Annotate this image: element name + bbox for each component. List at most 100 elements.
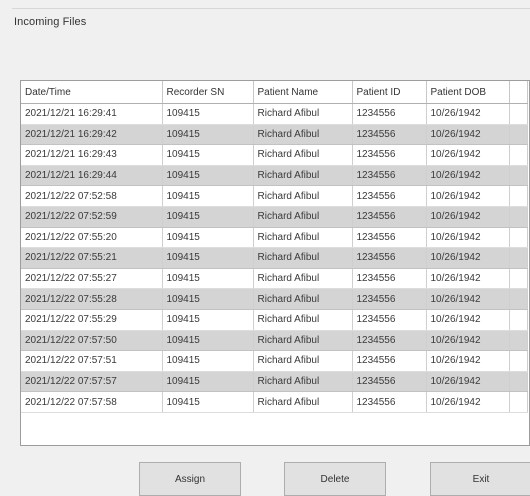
- cell-filler: [509, 350, 528, 372]
- cell-recorder-sn: 109415: [162, 330, 254, 352]
- cell-patient-dob: 10/26/1942: [426, 309, 510, 331]
- cell-patient-name: Richard Afibul: [253, 144, 353, 166]
- cell-filler: [509, 165, 528, 187]
- cell-patient-name: Richard Afibul: [253, 288, 353, 310]
- cell-date-time: 2021/12/22 07:57:50: [21, 330, 163, 352]
- cell-patient-id: 1234556: [352, 330, 427, 352]
- cell-filler: [509, 330, 528, 352]
- cell-recorder-sn: 109415: [162, 309, 254, 331]
- cell-patient-name: Richard Afibul: [253, 124, 353, 146]
- cell-patient-id: 1234556: [352, 103, 427, 125]
- table-header-row: Date/Time Recorder SN Patient Name Patie…: [21, 81, 528, 104]
- cell-patient-id: 1234556: [352, 247, 427, 269]
- cell-date-time: 2021/12/22 07:55:21: [21, 247, 163, 269]
- cell-recorder-sn: 109415: [162, 103, 254, 125]
- cell-patient-name: Richard Afibul: [253, 309, 353, 331]
- table-row[interactable]: 2021/12/22 07:55:21 109415 Richard Afibul 1…: [21, 247, 528, 269]
- cell-recorder-sn: 109415: [162, 206, 254, 228]
- cell-patient-name: Richard Afibul: [253, 247, 353, 269]
- cell-patient-name: Richard Afibul: [253, 227, 353, 249]
- cell-recorder-sn: 109415: [162, 350, 254, 372]
- cell-patient-dob: 10/26/1942: [426, 350, 510, 372]
- incoming-files-window: Incoming Files Date/Time Recorder SN Pat…: [0, 0, 530, 496]
- cell-patient-id: 1234556: [352, 288, 427, 310]
- column-header-date-time[interactable]: Date/Time: [21, 81, 163, 104]
- cell-patient-name: Richard Afibul: [253, 350, 353, 372]
- column-header-filler: [509, 81, 528, 104]
- cell-recorder-sn: 109415: [162, 227, 254, 249]
- cell-recorder-sn: 109415: [162, 185, 254, 207]
- cell-filler: [509, 206, 528, 228]
- cell-recorder-sn: 109415: [162, 268, 254, 290]
- incoming-files-table[interactable]: Date/Time Recorder SN Patient Name Patie…: [20, 80, 530, 446]
- files-grid: Date/Time Recorder SN Patient Name Patie…: [21, 81, 528, 413]
- cell-patient-dob: 10/26/1942: [426, 227, 510, 249]
- cell-date-time: 2021/12/22 07:52:59: [21, 206, 163, 228]
- cell-patient-dob: 10/26/1942: [426, 206, 510, 228]
- cell-patient-dob: 10/26/1942: [426, 124, 510, 146]
- table-row[interactable]: 2021/12/21 16:29:44 109415 Richard Afibul 1…: [21, 165, 528, 187]
- header-divider: [12, 8, 530, 9]
- cell-patient-dob: 10/26/1942: [426, 371, 510, 393]
- cell-patient-dob: 10/26/1942: [426, 268, 510, 290]
- cell-patient-id: 1234556: [352, 185, 427, 207]
- table-row[interactable]: 2021/12/22 07:55:27 109415 Richard Afibul 1…: [21, 268, 528, 290]
- assign-button[interactable]: Assign: [139, 462, 241, 496]
- cell-recorder-sn: 109415: [162, 391, 254, 413]
- cell-patient-id: 1234556: [352, 350, 427, 372]
- cell-patient-id: 1234556: [352, 124, 427, 146]
- cell-patient-dob: 10/26/1942: [426, 144, 510, 166]
- cell-patient-name: Richard Afibul: [253, 268, 353, 290]
- cell-patient-dob: 10/26/1942: [426, 391, 510, 413]
- table-row[interactable]: 2021/12/21 16:29:42 109415 Richard Afibul 1…: [21, 124, 528, 146]
- table-row[interactable]: 2021/12/22 07:55:20 109415 Richard Afibul 1…: [21, 227, 528, 249]
- cell-recorder-sn: 109415: [162, 144, 254, 166]
- delete-button[interactable]: Delete: [284, 462, 386, 496]
- cell-patient-dob: 10/26/1942: [426, 330, 510, 352]
- table-row[interactable]: 2021/12/21 16:29:41 109415 Richard Afibul 1…: [21, 103, 528, 125]
- cell-filler: [509, 227, 528, 249]
- column-header-patient-dob[interactable]: Patient DOB: [426, 81, 510, 104]
- cell-patient-name: Richard Afibul: [253, 185, 353, 207]
- column-header-patient-name[interactable]: Patient Name: [253, 81, 353, 104]
- cell-patient-name: Richard Afibul: [253, 391, 353, 413]
- table-row[interactable]: 2021/12/22 07:52:58 109415 Richard Afibul 1…: [21, 185, 528, 207]
- cell-patient-name: Richard Afibul: [253, 371, 353, 393]
- cell-date-time: 2021/12/21 16:29:41: [21, 103, 163, 125]
- cell-patient-id: 1234556: [352, 206, 427, 228]
- exit-button[interactable]: Exit: [430, 462, 530, 496]
- cell-date-time: 2021/12/22 07:55:29: [21, 309, 163, 331]
- cell-filler: [509, 103, 528, 125]
- table-row[interactable]: 2021/12/21 16:29:43 109415 Richard Afibul 1…: [21, 144, 528, 166]
- cell-filler: [509, 371, 528, 393]
- table-row[interactable]: 2021/12/22 07:57:57 109415 Richard Afibul 1…: [21, 371, 528, 393]
- cell-patient-id: 1234556: [352, 309, 427, 331]
- table-row[interactable]: 2021/12/22 07:57:58 109415 Richard Afibul 1…: [21, 391, 528, 413]
- cell-patient-name: Richard Afibul: [253, 206, 353, 228]
- table-row[interactable]: 2021/12/22 07:55:29 109415 Richard Afibul 1…: [21, 309, 528, 331]
- cell-patient-name: Richard Afibul: [253, 103, 353, 125]
- column-header-recorder-sn[interactable]: Recorder SN: [162, 81, 254, 104]
- table-row[interactable]: 2021/12/22 07:52:59 109415 Richard Afibul 1…: [21, 206, 528, 228]
- cell-filler: [509, 124, 528, 146]
- cell-patient-dob: 10/26/1942: [426, 165, 510, 187]
- cell-patient-dob: 10/26/1942: [426, 247, 510, 269]
- cell-filler: [509, 268, 528, 290]
- table-row[interactable]: 2021/12/22 07:57:51 109415 Richard Afibul 1…: [21, 350, 528, 372]
- cell-patient-dob: 10/26/1942: [426, 288, 510, 310]
- cell-filler: [509, 391, 528, 413]
- cell-recorder-sn: 109415: [162, 288, 254, 310]
- cell-date-time: 2021/12/22 07:57:51: [21, 350, 163, 372]
- cell-patient-id: 1234556: [352, 391, 427, 413]
- table-row[interactable]: 2021/12/22 07:55:28 109415 Richard Afibul 1…: [21, 288, 528, 310]
- cell-patient-name: Richard Afibul: [253, 165, 353, 187]
- cell-date-time: 2021/12/22 07:57:57: [21, 371, 163, 393]
- cell-date-time: 2021/12/22 07:52:58: [21, 185, 163, 207]
- cell-patient-id: 1234556: [352, 268, 427, 290]
- column-header-patient-id[interactable]: Patient ID: [352, 81, 427, 104]
- cell-recorder-sn: 109415: [162, 165, 254, 187]
- cell-date-time: 2021/12/22 07:55:28: [21, 288, 163, 310]
- cell-filler: [509, 144, 528, 166]
- table-row[interactable]: 2021/12/22 07:57:50 109415 Richard Afibul 1…: [21, 330, 528, 352]
- cell-date-time: 2021/12/21 16:29:42: [21, 124, 163, 146]
